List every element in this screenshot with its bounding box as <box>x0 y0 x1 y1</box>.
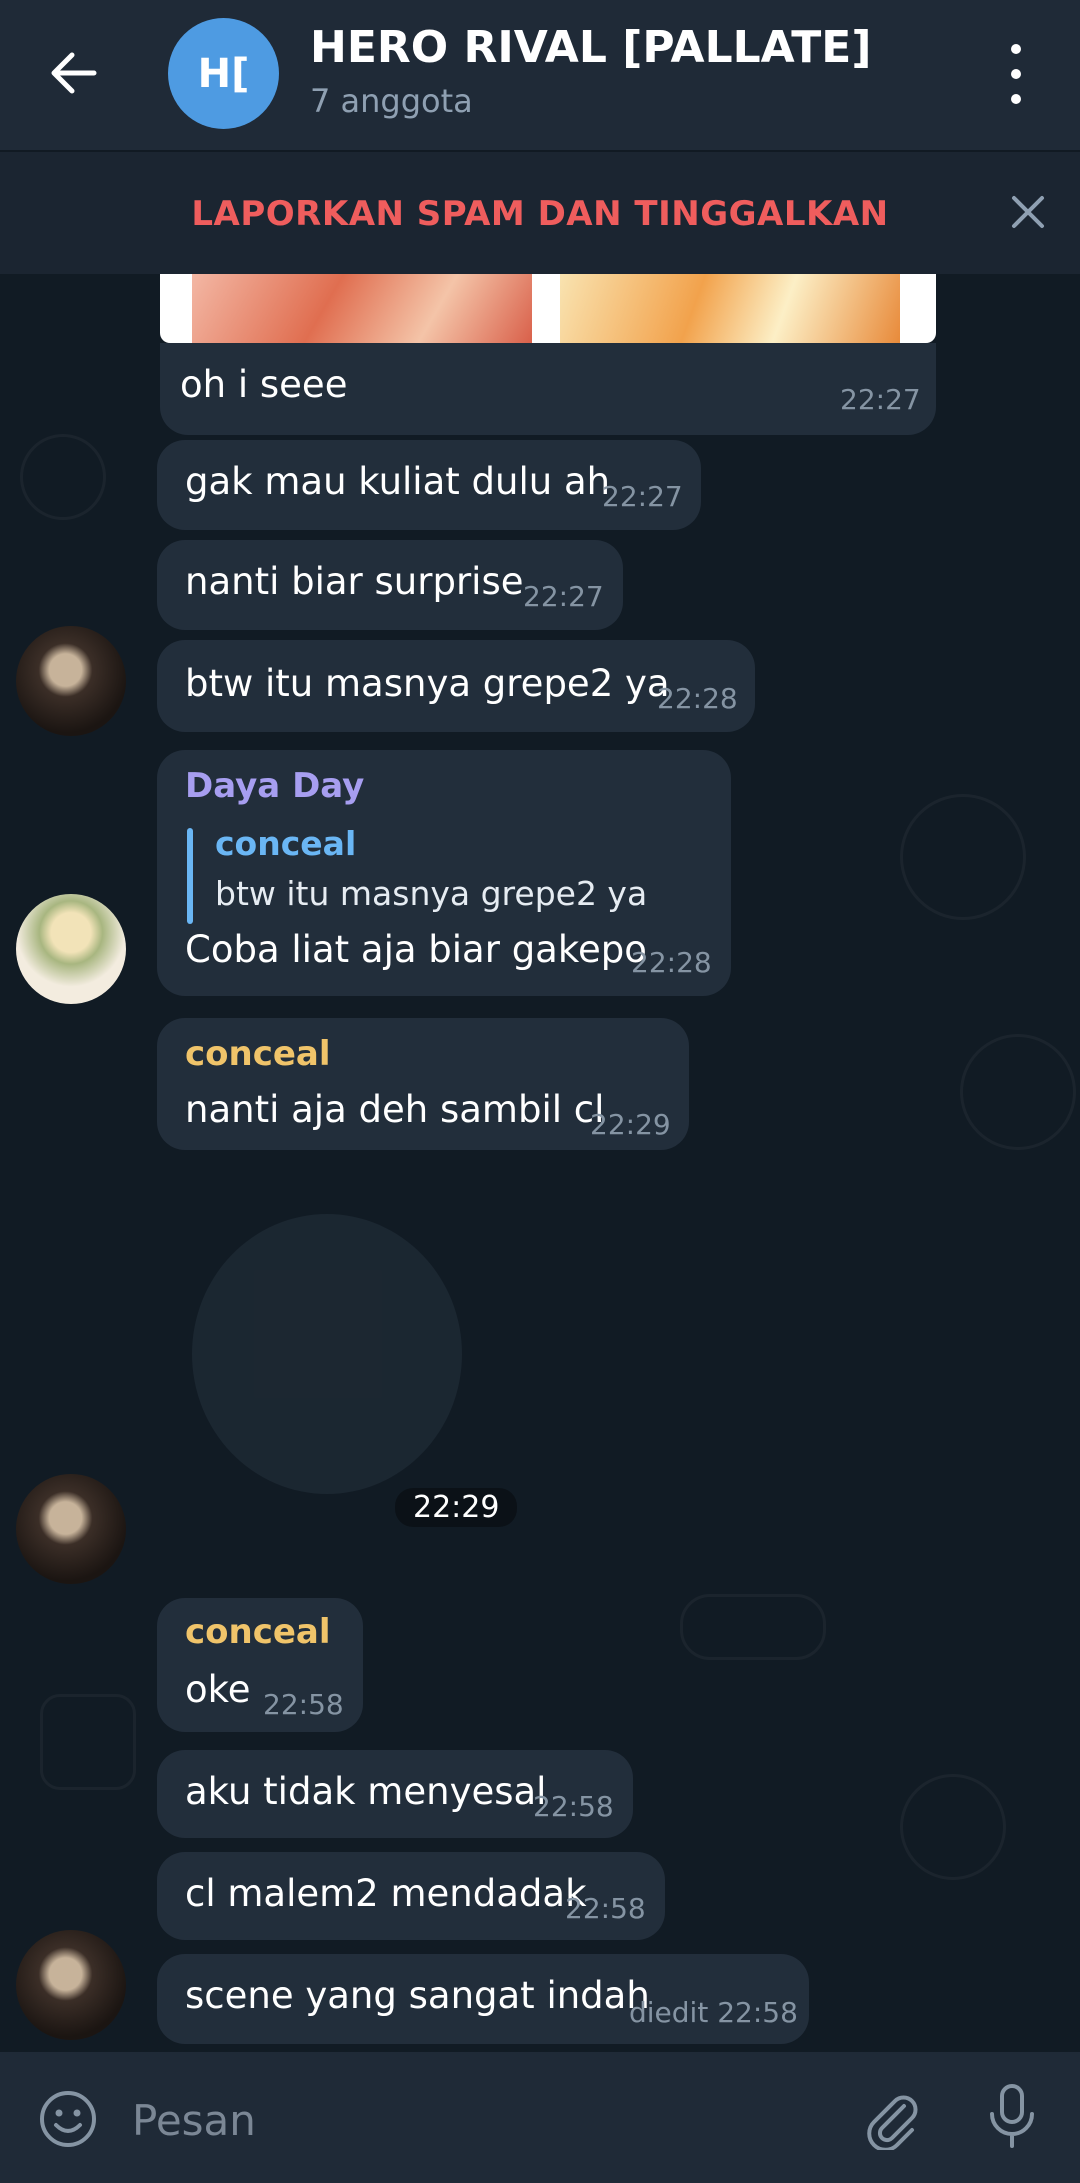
background-doodle <box>900 794 1026 920</box>
message-text: gak mau kuliat dulu ah <box>185 460 611 503</box>
message-text: nanti biar surprise <box>185 560 524 603</box>
message-time: 22:27 <box>602 480 683 513</box>
image-message[interactable] <box>160 274 936 343</box>
message-bubble[interactable]: btw itu masnya grepe2 ya 22:28 <box>157 640 755 732</box>
sticker[interactable] <box>192 1214 462 1494</box>
message-bubble[interactable]: scene yang sangat indah diedit 22:58 <box>157 1954 809 2044</box>
background-doodle <box>20 434 106 520</box>
message-list[interactable]: oh i seee 22:27 gak mau kuliat dulu ah 2… <box>0 274 1080 2052</box>
member-count: 7 anggota <box>310 82 473 120</box>
message-time: 22:27 <box>840 383 921 416</box>
reply-text[interactable]: btw itu masnya grepe2 ya <box>215 874 647 913</box>
reply-bar <box>187 828 193 924</box>
mic-icon[interactable] <box>980 2082 1044 2152</box>
chat-header: H[ HERO RIVAL [PALLATE] 7 anggota <box>0 0 1080 150</box>
attach-icon[interactable] <box>860 2086 924 2152</box>
image-thumbnail[interactable] <box>560 274 900 343</box>
message-text: Coba liat aja biar gakepo <box>185 928 647 971</box>
message-bubble[interactable]: conceal nanti aja deh sambil cl 22:29 <box>157 1018 689 1150</box>
sender-name[interactable]: conceal <box>185 1034 331 1074</box>
message-time: 22:27 <box>523 580 604 613</box>
sticker-time: 22:29 <box>395 1488 518 1527</box>
reply-sender-name[interactable]: conceal <box>215 824 356 863</box>
report-spam-bar: LAPORKAN SPAM DAN TINGGALKAN <box>0 150 1080 276</box>
message-bubble[interactable]: oh i seee 22:27 <box>160 343 936 435</box>
message-text: aku tidak menyesal <box>185 1770 547 1813</box>
background-doodle <box>960 1034 1076 1150</box>
message-bubble[interactable]: nanti biar surprise 22:27 <box>157 540 623 630</box>
message-text: cl malem2 mendadak <box>185 1872 587 1915</box>
image-thumbnail[interactable] <box>192 274 532 343</box>
message-bubble[interactable]: aku tidak menyesal 22:58 <box>157 1750 633 1838</box>
group-title[interactable]: HERO RIVAL [PALLATE] <box>310 22 871 73</box>
avatar[interactable] <box>16 1474 126 1584</box>
message-input-bar: Pesan <box>0 2052 1080 2183</box>
message-time: 22:58 <box>565 1892 646 1925</box>
message-time: 22:58 <box>533 1790 614 1823</box>
message-time: diedit 22:58 <box>629 1996 798 2029</box>
message-time: 22:28 <box>657 682 738 715</box>
background-doodle <box>40 1694 136 1790</box>
report-spam-button[interactable]: LAPORKAN SPAM DAN TINGGALKAN <box>0 194 1080 234</box>
message-text: oke <box>185 1668 251 1711</box>
avatar[interactable] <box>16 894 126 1004</box>
message-text: btw itu masnya grepe2 ya <box>185 662 670 705</box>
avatar[interactable] <box>16 626 126 736</box>
avatar[interactable] <box>16 1930 126 2040</box>
more-vert-icon[interactable] <box>996 44 1036 104</box>
background-doodle <box>900 1774 1006 1880</box>
message-text: nanti aja deh sambil cl <box>185 1088 605 1131</box>
message-input[interactable]: Pesan <box>132 2096 256 2145</box>
message-time: 22:28 <box>631 946 712 979</box>
message-text: scene yang sangat indah <box>185 1974 650 2017</box>
message-text: oh i seee <box>180 363 348 406</box>
back-arrow-icon[interactable] <box>40 40 106 106</box>
sender-name[interactable]: conceal <box>185 1612 331 1652</box>
message-bubble[interactable]: conceal oke 22:58 <box>157 1598 363 1732</box>
message-time: 22:29 <box>590 1108 671 1141</box>
message-bubble[interactable]: Daya Day conceal btw itu masnya grepe2 y… <box>157 750 731 996</box>
sender-name[interactable]: Daya Day <box>185 766 364 806</box>
message-time: 22:58 <box>263 1688 344 1721</box>
close-icon[interactable] <box>1006 190 1050 234</box>
emoji-icon[interactable] <box>38 2089 98 2149</box>
group-avatar[interactable]: H[ <box>168 18 279 129</box>
message-bubble[interactable]: cl malem2 mendadak 22:58 <box>157 1852 665 1940</box>
message-bubble[interactable]: gak mau kuliat dulu ah 22:27 <box>157 440 701 530</box>
background-doodle <box>680 1594 826 1660</box>
